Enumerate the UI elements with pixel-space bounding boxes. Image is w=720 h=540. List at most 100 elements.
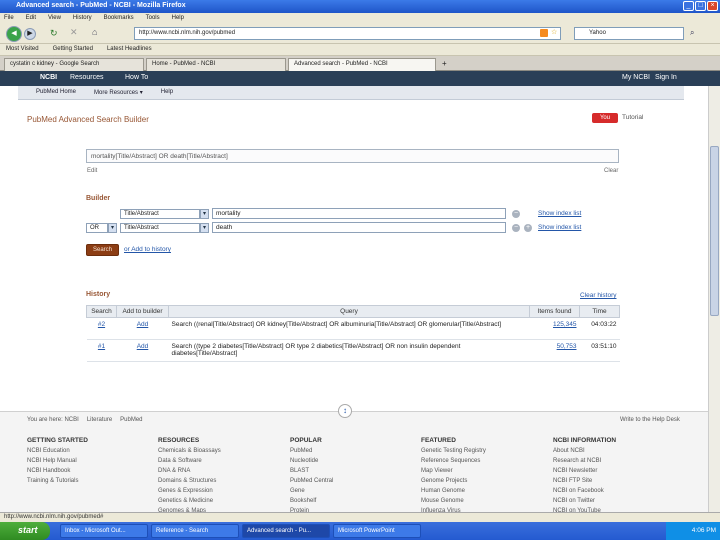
youtube-icon[interactable]: You <box>592 113 618 123</box>
add-to-builder-link[interactable]: Add <box>116 339 169 362</box>
task-firefox[interactable]: Advanced search - Pu... <box>242 524 330 538</box>
tab-advanced-search[interactable]: Advanced search - PubMed - NCBI <box>288 58 436 71</box>
footer-link[interactable]: BLAST <box>290 466 333 476</box>
show-index-list-1[interactable]: Show index list <box>538 210 581 217</box>
footer-link[interactable]: Data & Software <box>158 456 221 466</box>
menu-file[interactable]: File <box>4 15 14 22</box>
stop-icon[interactable]: ✕ <box>70 27 78 38</box>
footer-link[interactable]: Gene <box>290 486 333 496</box>
footer-link[interactable]: Genes & Expression <box>158 486 221 496</box>
footer-link[interactable]: DNA & RNA <box>158 466 221 476</box>
footer-link[interactable]: Training & Tutorials <box>27 476 88 486</box>
scroll-top-icon[interactable]: ↕ <box>338 404 352 418</box>
operator-select[interactable]: OR <box>86 223 108 233</box>
clear-history-link[interactable]: Clear history <box>580 292 616 299</box>
bookmark-star-icon[interactable]: ☆ <box>551 28 557 36</box>
footer-link[interactable]: NCBI FTP Site <box>553 476 616 486</box>
field-select-2[interactable]: Title/Abstract <box>120 223 200 233</box>
search-input[interactable]: Yahoo <box>574 27 684 40</box>
items-found-link[interactable]: 125,345 <box>529 317 580 340</box>
term-input-1[interactable]: mortality <box>212 208 506 219</box>
add-row-icon[interactable]: + <box>524 224 532 232</box>
task-powerpoint[interactable]: Microsoft PowerPoint <box>333 524 421 538</box>
menu-tools[interactable]: Tools <box>146 15 160 22</box>
footer-link[interactable]: Bookshelf <box>290 496 333 506</box>
footer-link[interactable]: Genetic Testing Registry <box>421 446 486 456</box>
start-button[interactable]: start <box>0 522 50 540</box>
footer-link[interactable]: Nucleotide <box>290 456 333 466</box>
edit-link[interactable]: Edit <box>87 168 97 174</box>
term-input-2[interactable]: death <box>212 222 506 233</box>
breadcrumb-literature[interactable]: Literature <box>87 417 112 423</box>
bookmark-most-visited[interactable]: Most Visited <box>6 46 39 53</box>
footer-link[interactable]: PubMed <box>290 446 333 456</box>
footer-link[interactable]: Reference Sequences <box>421 456 486 466</box>
pubmed-home-link[interactable]: PubMed Home <box>36 89 76 96</box>
breadcrumb-ncbi[interactable]: You are here: NCBI <box>27 417 79 423</box>
tab-pubmed-home[interactable]: Home - PubMed - NCBI <box>146 58 286 71</box>
show-index-list-2[interactable]: Show index list <box>538 224 581 231</box>
remove-row-icon[interactable]: − <box>512 224 520 232</box>
bookmark-getting-started[interactable]: Getting Started <box>53 46 93 53</box>
footer-link[interactable]: About NCBI <box>553 446 616 456</box>
chevron-down-icon[interactable]: ▾ <box>108 223 117 233</box>
tutorial-link[interactable]: Tutorial <box>622 114 643 121</box>
footer-link[interactable]: Research at NCBI <box>553 456 616 466</box>
menu-view[interactable]: View <box>48 15 61 22</box>
help-desk-link[interactable]: Write to the Help Desk <box>620 417 680 423</box>
close-button[interactable]: × <box>707 1 718 11</box>
url-input[interactable]: http://www.ncbi.nlm.nih.gov/pubmed <box>134 27 561 40</box>
bookmark-latest-headlines[interactable]: Latest Headlines <box>107 46 152 53</box>
footer-link[interactable]: Mouse Genome <box>421 496 486 506</box>
footer-link[interactable]: NCBI Education <box>27 446 88 456</box>
minimize-button[interactable]: _ <box>683 1 694 11</box>
chevron-down-icon[interactable]: ▾ <box>200 209 209 219</box>
chevron-down-icon[interactable]: ▾ <box>200 223 209 233</box>
search-icon[interactable]: ⌕ <box>690 28 694 38</box>
reload-icon[interactable]: ↻ <box>50 28 58 39</box>
search-number[interactable]: #2 <box>86 317 117 340</box>
resources-menu[interactable]: Resources <box>70 74 103 81</box>
add-to-history-link[interactable]: or Add to history <box>124 246 171 253</box>
forward-button[interactable]: ▶ <box>24 28 36 40</box>
search-button[interactable]: Search <box>86 244 119 256</box>
rss-icon[interactable] <box>540 29 548 37</box>
footer-link[interactable]: Human Genome <box>421 486 486 496</box>
sign-in-link[interactable]: Sign In <box>655 74 677 81</box>
back-button[interactable]: ◀ <box>6 26 22 42</box>
items-found-link[interactable]: 50,753 <box>529 339 580 362</box>
search-number[interactable]: #1 <box>86 339 117 362</box>
footer-link[interactable]: PubMed Central <box>290 476 333 486</box>
breadcrumb-pubmed[interactable]: PubMed <box>120 417 142 423</box>
add-to-builder-link[interactable]: Add <box>116 317 169 340</box>
my-ncbi-link[interactable]: My NCBI <box>622 74 650 81</box>
footer-link[interactable]: Genetics & Medicine <box>158 496 221 506</box>
footer-link[interactable]: NCBI Help Manual <box>27 456 88 466</box>
footer-link[interactable]: NCBI Newsletter <box>553 466 616 476</box>
home-icon[interactable]: ⌂ <box>92 27 97 37</box>
footer-link[interactable]: Map Viewer <box>421 466 486 476</box>
remove-row-icon[interactable]: − <box>512 210 520 218</box>
ncbi-logo[interactable]: NCBI <box>40 74 57 81</box>
tab-google-search[interactable]: cystatin c kidney - Google Search <box>4 58 144 71</box>
field-select-1[interactable]: Title/Abstract <box>120 209 200 219</box>
howto-menu[interactable]: How To <box>125 74 148 81</box>
menu-history[interactable]: History <box>73 15 92 22</box>
footer-link[interactable]: NCBI on Facebook <box>553 486 616 496</box>
menu-bookmarks[interactable]: Bookmarks <box>104 15 134 22</box>
more-resources-link[interactable]: More Resources ▾ <box>94 89 143 96</box>
help-link[interactable]: Help <box>161 89 173 96</box>
task-reference[interactable]: Reference - Search <box>151 524 239 538</box>
footer-link[interactable]: Chemicals & Bioassays <box>158 446 221 456</box>
footer-link[interactable]: NCBI on Twitter <box>553 496 616 506</box>
menu-help[interactable]: Help <box>172 15 184 22</box>
clear-link[interactable]: Clear <box>604 168 618 174</box>
vertical-scrollbar[interactable] <box>708 86 720 512</box>
maximize-button[interactable]: □ <box>695 1 706 11</box>
scrollbar-thumb[interactable] <box>710 146 719 316</box>
query-box[interactable]: mortality[Title/Abstract] OR death[Title… <box>86 149 619 163</box>
footer-link[interactable]: NCBI Handbook <box>27 466 88 476</box>
new-tab-button[interactable]: + <box>442 59 447 68</box>
footer-link[interactable]: Domains & Structures <box>158 476 221 486</box>
menu-edit[interactable]: Edit <box>26 15 36 22</box>
